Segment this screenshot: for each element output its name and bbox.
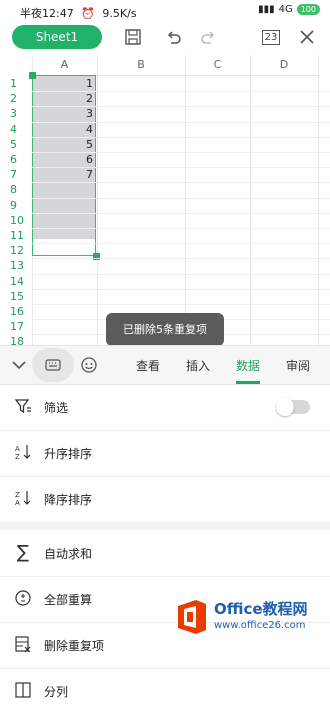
row-header[interactable]: 4	[0, 122, 32, 137]
filter-toggle[interactable]	[276, 398, 310, 416]
row-header[interactable]: 6	[0, 152, 32, 167]
redo-icon[interactable]	[198, 26, 220, 48]
menu-item-split-columns[interactable]: 分列	[0, 668, 330, 714]
row-header[interactable]: 12	[0, 243, 32, 258]
tab-view[interactable]: 查看	[136, 357, 160, 374]
office-watermark: Office教程网 www.office26.com	[170, 592, 330, 640]
row-header[interactable]: 13	[0, 258, 32, 273]
sheet-count: 23	[261, 29, 281, 45]
status-right: ▮▮▮ 4G 100	[258, 4, 320, 15]
svg-text:Z: Z	[15, 453, 20, 461]
column-header-a[interactable]: A	[32, 55, 97, 76]
row-header[interactable]: 9	[0, 198, 32, 213]
menu-label: 全部重算	[44, 593, 93, 607]
emoji-icon[interactable]	[80, 356, 98, 378]
sigma-icon: ∑	[16, 541, 30, 563]
grid-line	[32, 304, 330, 305]
svg-text:A: A	[15, 445, 20, 453]
row-header[interactable]: 15	[0, 289, 32, 304]
grid-line	[32, 228, 330, 229]
office-logo-icon	[174, 598, 210, 636]
svg-text:A: A	[15, 499, 20, 507]
menu-label: 分列	[44, 685, 69, 699]
row-header[interactable]: 10	[0, 213, 32, 228]
grid-line	[318, 55, 319, 345]
recalculate-icon	[13, 588, 33, 608]
keyboard-button[interactable]	[32, 348, 74, 382]
sheet-count-button[interactable]: 23	[260, 26, 282, 48]
row-header[interactable]: 5	[0, 137, 32, 152]
save-icon[interactable]	[122, 26, 144, 48]
sort-ascending-icon: AZ	[13, 442, 33, 462]
cell-value[interactable]: 6	[33, 152, 93, 167]
spreadsheet-grid[interactable]: A B C D 1 1 2 2 3 3 4 4 5 5 6 6 7 7 8 9 10 11 12 13 14 15 16 17…	[0, 55, 330, 366]
row-header[interactable]: 2	[0, 91, 32, 106]
watermark-url: www.office26.com	[214, 620, 306, 631]
grid-line	[32, 243, 330, 245]
cell-value[interactable]: 1	[33, 76, 93, 91]
collapse-chevron-icon[interactable]	[10, 356, 28, 378]
row-header[interactable]: 3	[0, 106, 32, 121]
toggle-knob	[276, 398, 294, 416]
row-header[interactable]: 16	[0, 304, 32, 319]
status-bar: 半夜12:47 ⏰ 9.5K/s ▮▮▮ 4G 100	[0, 0, 330, 22]
battery-badge: 100	[296, 4, 320, 15]
grid-line	[250, 55, 251, 345]
split-columns-icon	[13, 680, 33, 700]
row-header[interactable]: 1	[0, 76, 32, 91]
row-header[interactable]: 7	[0, 167, 32, 182]
grid-line	[32, 182, 330, 184]
filter-icon	[13, 396, 33, 416]
row-header[interactable]: 11	[0, 228, 32, 243]
menu-item-autosum[interactable]: ∑ 自动求和	[0, 530, 330, 577]
menu-label: 筛选	[44, 401, 69, 415]
row-header[interactable]: 8	[0, 182, 32, 197]
menu-label: 自动求和	[44, 547, 93, 561]
close-icon[interactable]	[296, 26, 318, 48]
tab-data[interactable]: 数据	[236, 357, 260, 374]
signal-icon: ▮▮▮	[258, 4, 275, 15]
menu-separator	[0, 522, 330, 530]
remove-duplicates-icon	[13, 634, 33, 654]
grid-line	[97, 55, 98, 345]
menu-label: 降序排序	[44, 493, 93, 507]
grid-line	[32, 288, 330, 290]
toast-message: 已删除5条重复项	[106, 313, 224, 346]
menu-item-sort-ascending[interactable]: AZ 升序排序	[0, 430, 330, 477]
ribbon-tab-bar: 查看 插入 数据 审阅	[0, 345, 330, 385]
grid-line	[32, 197, 330, 199]
grid-line	[32, 212, 330, 214]
column-header-d[interactable]: D	[250, 55, 318, 76]
cell-value[interactable]: 4	[33, 122, 93, 137]
column-header-c[interactable]: C	[185, 55, 250, 76]
grid-line	[32, 273, 330, 275]
watermark-title: Office教程网	[214, 600, 308, 618]
tab-review[interactable]: 审阅	[286, 357, 310, 374]
status-speed: 9.5K/s	[102, 7, 137, 20]
row-header[interactable]: 17	[0, 319, 32, 334]
cell-value[interactable]: 2	[33, 91, 93, 106]
menu-label: 升序排序	[44, 447, 93, 461]
row-header[interactable]: 14	[0, 274, 32, 289]
sort-descending-icon: ZA	[13, 488, 33, 508]
undo-icon[interactable]	[162, 26, 184, 48]
menu-item-sort-descending[interactable]: ZA 降序排序	[0, 476, 330, 523]
cell-value[interactable]: 5	[33, 137, 93, 152]
cell-value[interactable]: 7	[33, 167, 93, 182]
sheet-tab-button[interactable]: Sheet1	[12, 25, 102, 49]
top-toolbar: Sheet1 23	[0, 22, 330, 52]
status-left: 半夜12:47 ⏰ 9.5K/s	[20, 5, 137, 21]
grid-line	[32, 258, 330, 260]
tab-insert[interactable]: 插入	[186, 357, 210, 374]
network-label: 4G	[278, 4, 293, 15]
cell-value[interactable]: 3	[33, 106, 93, 121]
menu-item-filter[interactable]: 筛选	[0, 384, 330, 431]
status-time: 半夜12:47	[20, 7, 74, 20]
grid-line	[185, 55, 186, 345]
svg-text:Z: Z	[15, 491, 20, 499]
alarm-icon: ⏰	[81, 7, 95, 20]
column-header-b[interactable]: B	[97, 55, 185, 76]
